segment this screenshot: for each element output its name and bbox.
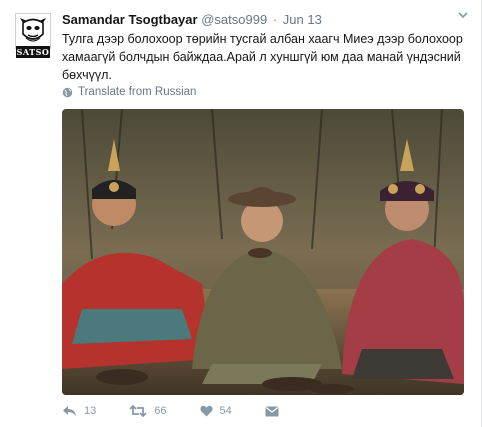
envelope-icon <box>265 406 279 416</box>
tweet-menu-chevron-icon[interactable] <box>458 10 468 22</box>
tweet-timestamp[interactable]: Jun 13 <box>283 12 322 27</box>
tweet-text-line: Тулга дээр болохоор төрийн тусгай албан … <box>62 32 463 46</box>
header-separator: · <box>272 12 278 27</box>
reply-icon <box>63 406 76 416</box>
photo-image <box>62 109 464 395</box>
retweet-icon <box>129 405 147 417</box>
avatar-badge: SATSO <box>16 46 50 58</box>
tweet-header: Samandar Tsogtbayar @satso999 · Jun 13 <box>62 11 322 29</box>
tweet-text-line: хамаагүй болчдын байждаа.Арай л хуншгүй … <box>62 50 461 64</box>
like-count: 54 <box>219 405 232 417</box>
globe-icon <box>62 87 73 97</box>
like-button[interactable]: 54 <box>199 405 232 417</box>
tweet-text: Тулга дээр болохоор төрийн тусгай албан … <box>62 30 464 84</box>
tweet-photo[interactable] <box>62 109 464 395</box>
retweet-count: 66 <box>154 405 167 417</box>
author-handle[interactable]: @satso999 <box>201 12 267 27</box>
avatar-face-icon <box>16 14 50 48</box>
heart-icon <box>199 405 213 417</box>
translate-link[interactable]: Translate from Russian <box>62 86 196 98</box>
avatar[interactable] <box>15 13 51 49</box>
translate-label: Translate from Russian <box>78 86 197 98</box>
direct-message-button[interactable] <box>265 406 279 417</box>
retweet-button[interactable]: 66 <box>129 405 167 417</box>
reply-button[interactable]: 13 <box>62 405 96 417</box>
reply-count: 13 <box>84 405 97 417</box>
tweet-text-line: бөхчүүл. <box>62 68 112 82</box>
tweet-actions: 13 66 54 <box>62 402 279 420</box>
author-name[interactable]: Samandar Tsogtbayar <box>62 12 198 27</box>
